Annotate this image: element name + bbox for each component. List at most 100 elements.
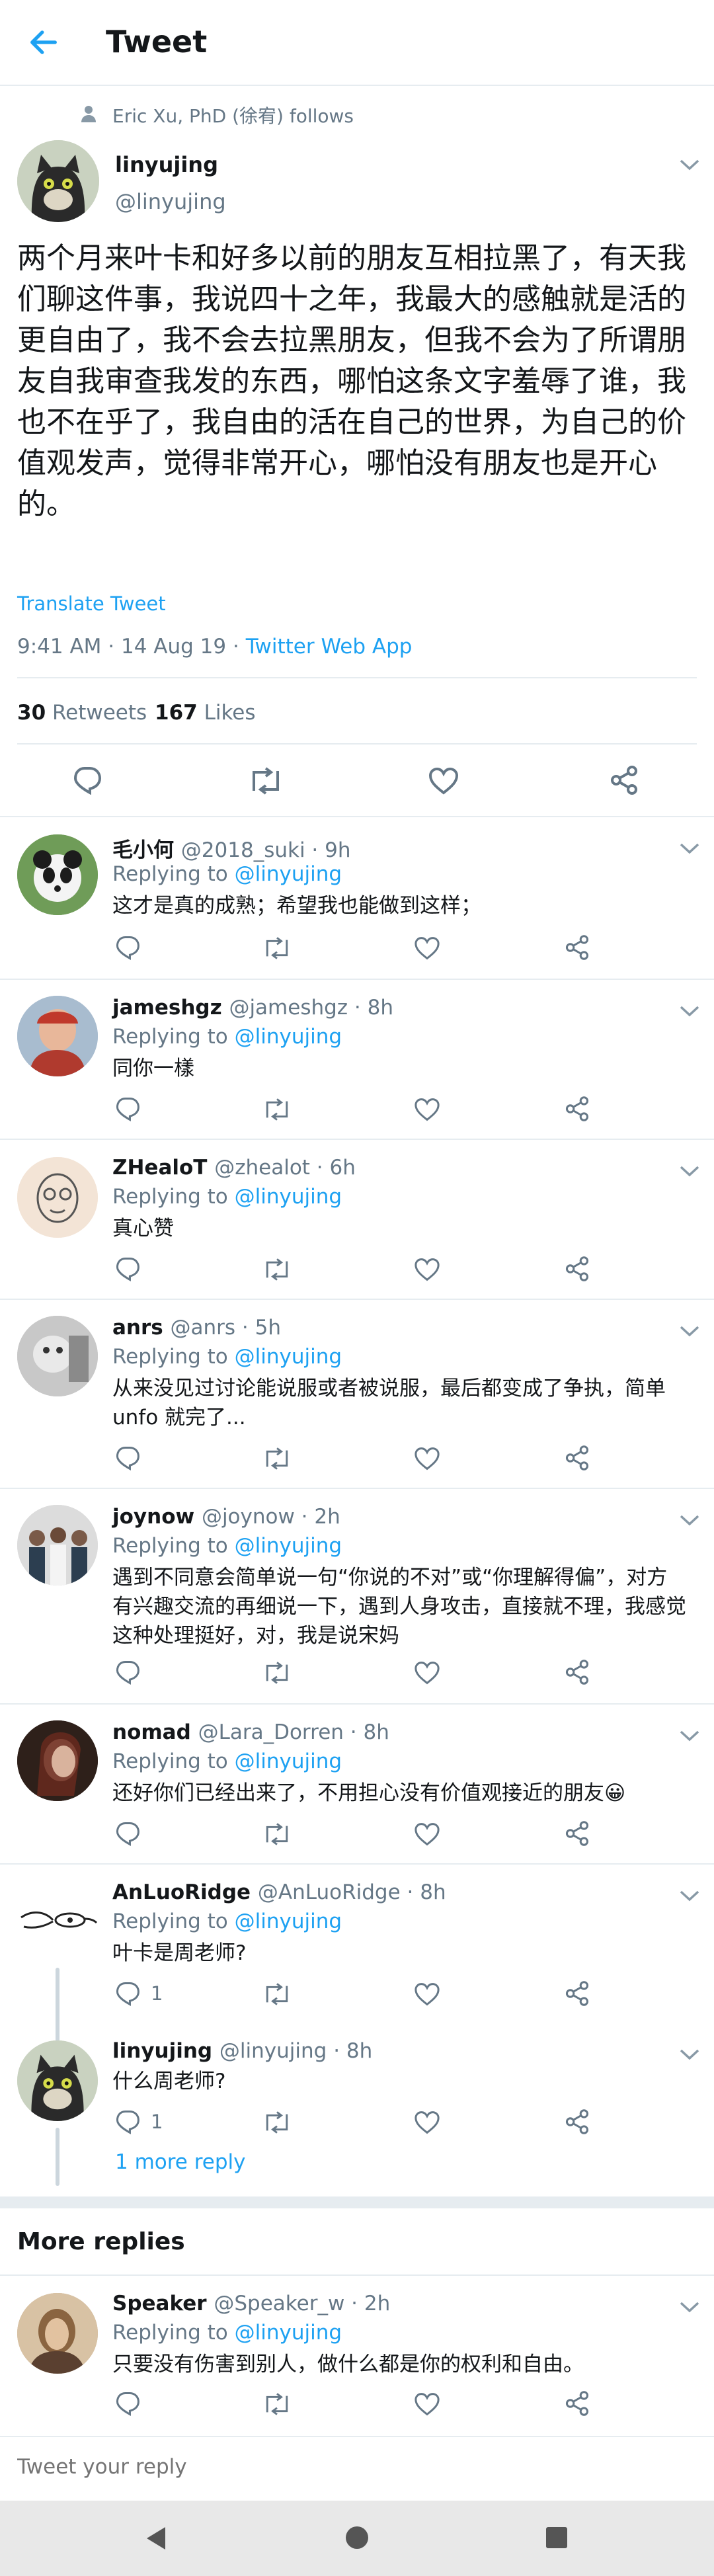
retweet-icon[interactable] xyxy=(262,2111,292,2134)
nav-back-icon[interactable] xyxy=(144,2526,167,2551)
reply-author[interactable]: 毛小何 @2018_suki · 9h xyxy=(112,833,351,863)
reply-item[interactable]: ZHealoT @zhealot · 6h Replying to @linyu… xyxy=(0,1139,714,1299)
reply-author[interactable]: joynow @joynow · 2h xyxy=(112,1505,340,1529)
reply-icon[interactable] xyxy=(115,1660,140,1685)
mention-link[interactable]: @linyujing xyxy=(235,1185,342,1209)
share-icon[interactable] xyxy=(610,766,639,795)
reply-icon[interactable] xyxy=(115,2391,140,2416)
retweet-icon[interactable] xyxy=(247,767,284,795)
retweet-icon[interactable] xyxy=(262,1447,292,1470)
avatar[interactable] xyxy=(17,996,98,1076)
author-handle[interactable]: @linyujing xyxy=(115,189,226,214)
reply-author[interactable]: anrs @anrs · 5h xyxy=(112,1316,281,1340)
reply-item[interactable]: anrs @anrs · 5h Replying to @linyujing 从… xyxy=(0,1299,714,1488)
reply-author[interactable]: ZHealoT @zhealot · 6h xyxy=(112,1156,356,1180)
reply-item[interactable]: joynow @joynow · 2h Replying to @linyuji… xyxy=(0,1488,714,1703)
reply-icon[interactable] xyxy=(115,935,140,960)
mention-link[interactable]: @linyujing xyxy=(235,862,342,886)
share-icon[interactable] xyxy=(565,2391,590,2416)
retweet-icon[interactable] xyxy=(262,1661,292,1685)
chevron-down-icon[interactable] xyxy=(678,1888,701,1903)
avatar[interactable] xyxy=(17,1505,98,1586)
reply-icon[interactable] xyxy=(115,1096,140,1121)
avatar[interactable] xyxy=(17,834,98,915)
share-icon[interactable] xyxy=(565,1445,590,1470)
reply-icon[interactable] xyxy=(115,1256,140,1281)
nav-home-icon[interactable] xyxy=(345,2526,369,2550)
retweet-icon[interactable] xyxy=(262,1822,292,1846)
reply-item[interactable]: linyujing @linyujing · 8h 什么周老师? 1 1 mor… xyxy=(0,2023,714,2196)
reply-icon[interactable] xyxy=(73,766,102,795)
reply-item[interactable]: 毛小何 @2018_suki · 9h Replying to @linyuji… xyxy=(0,816,714,979)
share-icon[interactable] xyxy=(565,1821,590,1846)
chevron-down-icon[interactable] xyxy=(678,1513,701,1527)
retweet-icon[interactable] xyxy=(262,1982,292,2006)
share-icon[interactable] xyxy=(565,1981,590,2006)
chevron-down-icon[interactable] xyxy=(678,2047,701,2062)
chevron-down-icon[interactable] xyxy=(678,1164,701,1178)
chevron-down-icon[interactable] xyxy=(678,2300,701,2314)
likes-count[interactable]: 167 Likes xyxy=(155,701,256,725)
like-icon[interactable] xyxy=(414,1822,440,1846)
reply-icon[interactable] xyxy=(115,2109,140,2134)
retweets-count[interactable]: 30 Retweets xyxy=(17,701,147,725)
avatar[interactable] xyxy=(17,2040,98,2121)
reply-author[interactable]: linyujing @linyujing · 8h xyxy=(112,2039,372,2063)
reply-author[interactable]: Speaker @Speaker_w · 2h xyxy=(112,2292,390,2315)
back-arrow-icon[interactable] xyxy=(26,25,61,60)
like-icon[interactable] xyxy=(414,1258,440,1281)
retweet-icon[interactable] xyxy=(262,2392,292,2416)
like-icon[interactable] xyxy=(414,1661,440,1685)
mention-link[interactable]: @linyujing xyxy=(235,1750,342,1773)
like-icon[interactable] xyxy=(414,1098,440,1121)
chevron-down-icon[interactable] xyxy=(678,1004,701,1018)
more-reply-link[interactable]: 1 more reply xyxy=(115,2150,246,2174)
chevron-down-icon[interactable] xyxy=(678,1324,701,1338)
reply-author[interactable]: jameshgz @jameshgz · 8h xyxy=(112,996,393,1020)
share-icon[interactable] xyxy=(565,1660,590,1685)
share-icon[interactable] xyxy=(565,1256,590,1281)
like-icon[interactable] xyxy=(414,936,440,960)
like-icon[interactable] xyxy=(414,1982,440,2006)
mention-link[interactable]: @linyujing xyxy=(235,1025,342,1049)
reply-input[interactable] xyxy=(17,2450,692,2483)
reply-author[interactable]: AnLuoRidge @AnLuoRidge · 8h xyxy=(112,1880,446,1904)
mention-link[interactable]: @linyujing xyxy=(235,2321,342,2345)
avatar[interactable] xyxy=(17,1880,98,1961)
author-name[interactable]: linyujing xyxy=(115,152,218,177)
avatar[interactable] xyxy=(17,140,99,222)
mention-link[interactable]: @linyujing xyxy=(235,1534,342,1558)
retweet-icon[interactable] xyxy=(262,936,292,960)
reply-item[interactable]: Speaker @Speaker_w · 2h Replying to @lin… xyxy=(0,2276,714,2435)
mention-link[interactable]: @linyujing xyxy=(235,1910,342,1933)
client-link[interactable]: Twitter Web App xyxy=(246,635,413,659)
reply-icon[interactable] xyxy=(115,1445,140,1470)
retweet-icon[interactable] xyxy=(262,1098,292,1121)
like-icon[interactable] xyxy=(414,2392,440,2416)
reply-compose-bar[interactable] xyxy=(0,2437,714,2499)
retweet-icon[interactable] xyxy=(262,1258,292,1281)
reply-item[interactable]: AnLuoRidge @AnLuoRidge · 8h Replying to … xyxy=(0,1863,714,2042)
chevron-down-icon[interactable] xyxy=(678,841,701,856)
chevron-down-icon[interactable] xyxy=(678,1728,701,1743)
like-icon[interactable] xyxy=(414,2111,440,2134)
avatar[interactable] xyxy=(17,1157,98,1238)
avatar[interactable] xyxy=(17,1316,98,1396)
reply-item[interactable]: nomad @Lara_Dorren · 8h Replying to @lin… xyxy=(0,1703,714,1863)
avatar[interactable] xyxy=(17,2293,98,2374)
share-icon[interactable] xyxy=(565,1096,590,1121)
chevron-down-icon[interactable] xyxy=(678,157,701,172)
nav-recents-icon[interactable] xyxy=(546,2527,567,2548)
like-icon[interactable] xyxy=(428,767,459,795)
translate-tweet-link[interactable]: Translate Tweet xyxy=(17,592,166,615)
like-icon[interactable] xyxy=(414,1447,440,1470)
reply-icon[interactable] xyxy=(115,1981,140,2006)
reply-author[interactable]: nomad @Lara_Dorren · 8h xyxy=(112,1720,389,1744)
reply-icon[interactable] xyxy=(115,1821,140,1846)
avatar[interactable] xyxy=(17,1720,98,1801)
reply-item[interactable]: jameshgz @jameshgz · 8h Replying to @lin… xyxy=(0,979,714,1139)
share-icon[interactable] xyxy=(565,935,590,960)
social-context[interactable]: Eric Xu, PhD (徐宥) follows xyxy=(112,102,354,128)
mention-link[interactable]: @linyujing xyxy=(235,1345,342,1369)
share-icon[interactable] xyxy=(565,2109,590,2134)
